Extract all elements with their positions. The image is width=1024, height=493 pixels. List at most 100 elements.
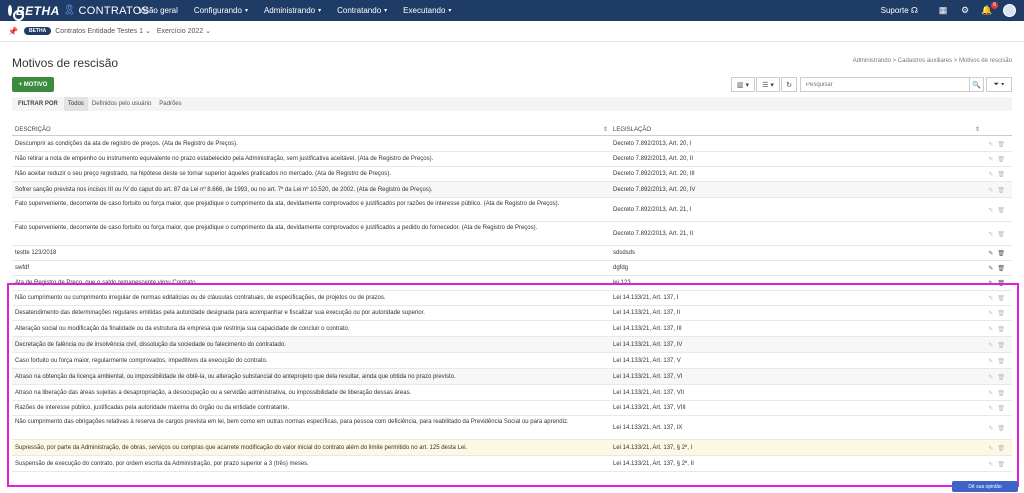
table-row[interactable]: Supressão, por parte da Administração, d… (12, 440, 1012, 456)
edit-pencil-icon[interactable]: ✎ (988, 342, 993, 349)
delete-trash-icon[interactable]: 🗑 (997, 358, 1005, 365)
nav-item-1[interactable]: Configurando ▾ (186, 0, 256, 21)
delete-trash-icon[interactable]: 🗑 (997, 156, 1005, 163)
apps-grid-icon[interactable]: ▦ (936, 4, 950, 18)
search-input[interactable] (801, 78, 969, 91)
nav-item-4[interactable]: Executando ▾ (395, 0, 459, 21)
column-header-legislation[interactable]: LEGISLAÇÃO (613, 127, 651, 133)
delete-trash-icon[interactable]: 🗑 (997, 207, 1005, 214)
edit-pencil-icon[interactable]: ✎ (988, 390, 993, 397)
edit-pencil-icon[interactable]: ✎ (988, 445, 993, 452)
filter-option-0[interactable]: Todos (63, 97, 88, 111)
table-row[interactable]: Desatendimento das determinações regular… (12, 306, 1012, 321)
user-avatar[interactable] (1002, 4, 1016, 18)
edit-pencil-icon[interactable]: ✎ (988, 280, 993, 287)
filter-dropdown-button[interactable]: ⏷ ▾ (986, 77, 1012, 92)
edit-pencil-icon[interactable]: ✎ (988, 326, 993, 333)
delete-trash-icon[interactable]: 🗑 (997, 295, 1005, 302)
delete-trash-icon[interactable]: 🗑 (997, 280, 1005, 287)
table-row[interactable]: Não cumprimento ou cumprimento irregular… (12, 291, 1012, 306)
avatar-icon (1002, 4, 1016, 17)
table-row[interactable]: Razões de interesse público, justificada… (12, 401, 1012, 416)
edit-pencil-icon[interactable]: ✎ (988, 265, 993, 272)
add-motivo-button[interactable]: + MOTIVO (12, 77, 54, 92)
edit-pencil-icon[interactable]: ✎ (988, 207, 993, 214)
feedback-label: Dê sua opinião (968, 483, 1002, 490)
delete-trash-icon[interactable]: 🗑 (997, 461, 1005, 468)
filter-option-2[interactable]: Padrões (155, 97, 185, 111)
table-row[interactable]: Fato superveniente, decorrente de caso f… (12, 198, 1012, 222)
delete-trash-icon[interactable]: 🗑 (997, 171, 1005, 178)
delete-trash-icon[interactable]: 🗑 (997, 187, 1005, 194)
edit-pencil-icon[interactable]: ✎ (988, 374, 993, 381)
view-list-button[interactable]: ☰ ▾ (756, 77, 780, 92)
cell-legislation: Lei 14.133/21, Art. 137, III (613, 326, 682, 332)
support-icon: ☊ (910, 6, 918, 15)
chevron-down-icon: ▾ (244, 8, 248, 14)
nav-item-label: Contratando (337, 6, 382, 15)
support-link[interactable]: Suporte ☊ (881, 6, 918, 15)
edit-pencil-icon[interactable]: ✎ (988, 405, 993, 412)
notifications-bell-icon[interactable]: 🔔 6 (980, 1, 998, 18)
edit-pencil-icon[interactable]: ✎ (988, 187, 993, 194)
main-nav: Visão geral Configurando ▾ Administrando ▾ Co… (130, 0, 459, 21)
edit-pencil-icon[interactable]: ✎ (988, 358, 993, 365)
nav-item-label: Configurando (193, 6, 242, 15)
table-row[interactable]: Atraso na liberação das áreas sujeitas a… (12, 385, 1012, 401)
settings-gear-icon[interactable]: ⚙ (958, 4, 972, 18)
feedback-button[interactable]: Dê sua opinião (952, 481, 1018, 492)
cell-description: Sofrer sanção prevista nos incisos III o… (15, 187, 433, 193)
table-row[interactable]: Suspensão de execução do contrato, por o… (12, 456, 1012, 472)
edit-pencil-icon[interactable]: ✎ (988, 295, 993, 302)
row-actions: ✎ 🗑 (988, 374, 1005, 381)
column-header-description[interactable]: DESCRIÇÃO (15, 127, 51, 133)
exercise-selector[interactable]: Exercício 2022 ⌄ (157, 27, 211, 35)
delete-trash-icon[interactable]: 🗑 (997, 326, 1005, 333)
edit-pencil-icon[interactable]: ✎ (988, 425, 993, 432)
edit-pencil-icon[interactable]: ✎ (988, 141, 993, 148)
delete-trash-icon[interactable]: 🗑 (997, 265, 1005, 272)
delete-trash-icon[interactable]: 🗑 (997, 342, 1005, 349)
table-row[interactable]: Não cumprimento das obrigações relativas… (12, 416, 1012, 440)
table-row[interactable]: swfdf dgfdg ✎ 🗑 (12, 261, 1012, 276)
delete-trash-icon[interactable]: 🗑 (997, 425, 1005, 432)
edit-pencil-icon[interactable]: ✎ (988, 250, 993, 257)
table-row[interactable]: Decretação de falência ou de insolvência… (12, 337, 1012, 353)
delete-trash-icon[interactable]: 🗑 (997, 231, 1005, 238)
pin-icon[interactable]: 📌 (8, 27, 18, 36)
table-row[interactable]: Fato superveniente, decorrente de caso f… (12, 222, 1012, 246)
table-row[interactable]: Alteração social ou modificação da final… (12, 321, 1012, 337)
edit-pencil-icon[interactable]: ✎ (988, 461, 993, 468)
nav-item-2[interactable]: Administrando ▾ (256, 0, 329, 21)
delete-trash-icon[interactable]: 🗑 (997, 405, 1005, 412)
brand-logo[interactable]: BETHA 🎗 CONTRATOS (0, 4, 149, 21)
edit-pencil-icon[interactable]: ✎ (988, 171, 993, 178)
nav-item-3[interactable]: Contratando ▾ (329, 0, 395, 21)
sort-description-icon[interactable]: ⇕ (603, 126, 608, 133)
nav-item-0[interactable]: Visão geral (130, 0, 186, 21)
delete-trash-icon[interactable]: 🗑 (997, 374, 1005, 381)
entity-selector[interactable]: Contratos Entidade Testes 1 ⌄ (55, 27, 151, 35)
edit-pencil-icon[interactable]: ✎ (988, 156, 993, 163)
delete-trash-icon[interactable]: 🗑 (997, 250, 1005, 257)
table-row[interactable]: Caso fortuito ou força maior, regularmen… (12, 353, 1012, 369)
table-row[interactable]: Sofrer sanção prevista nos incisos III o… (12, 182, 1012, 198)
table-row[interactable]: Ata de Registro de Preço, que o saldo re… (12, 276, 1012, 291)
edit-pencil-icon[interactable]: ✎ (988, 231, 993, 238)
delete-trash-icon[interactable]: 🗑 (997, 141, 1005, 148)
table-row[interactable]: Atraso na obtenção da licença ambiental,… (12, 369, 1012, 385)
table-row[interactable]: Descumprir as condições da ata de regist… (12, 137, 1012, 152)
delete-trash-icon[interactable]: 🗑 (997, 445, 1005, 452)
delete-trash-icon[interactable]: 🗑 (997, 310, 1005, 317)
table-row[interactable]: testte 123/2018 sdsdsds ✎ 🗑 (12, 246, 1012, 261)
sort-legislation-icon[interactable]: ⇕ (975, 126, 980, 133)
refresh-button[interactable]: ↻ (781, 77, 797, 92)
delete-trash-icon[interactable]: 🗑 (997, 390, 1005, 397)
entity-label: Contratos Entidade Testes 1 (55, 28, 144, 35)
table-row[interactable]: Não retirar a nota de empenho ou instrum… (12, 152, 1012, 167)
filter-option-1[interactable]: Definidos pelo usuário (88, 97, 155, 111)
search-icon[interactable]: 🔍 (969, 78, 983, 91)
table-row[interactable]: Não aceitar reduzir o seu preço registra… (12, 167, 1012, 182)
view-columns-button[interactable]: ▥ ▾ (731, 77, 755, 92)
edit-pencil-icon[interactable]: ✎ (988, 310, 993, 317)
